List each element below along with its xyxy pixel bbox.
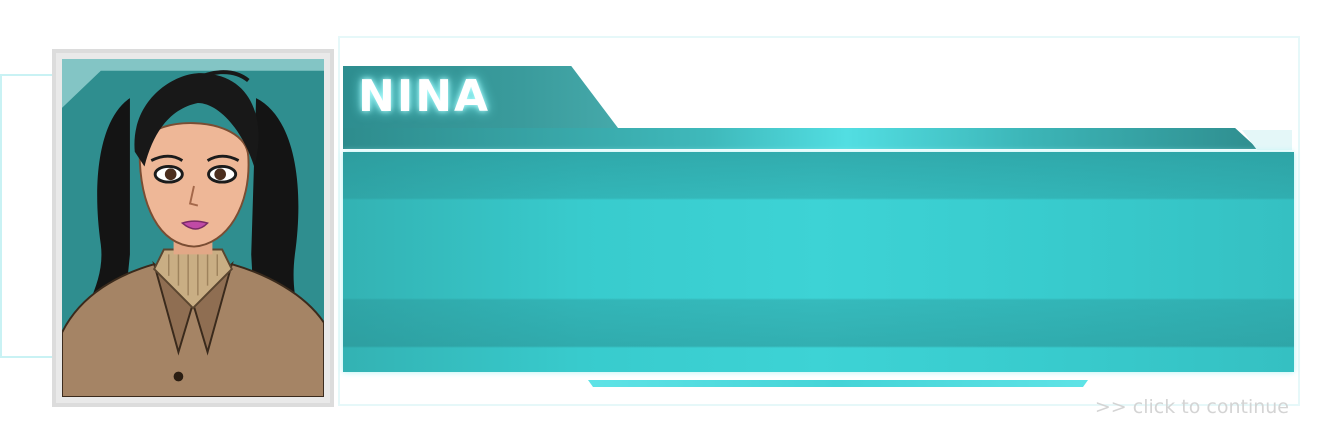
click-to-continue-hint[interactable]: >> click to continue <box>1095 396 1289 418</box>
left-glow-frame <box>0 74 60 358</box>
nina-portrait-illustration <box>62 59 324 397</box>
dialogue-header-bar <box>343 128 1258 149</box>
character-portrait <box>62 59 324 397</box>
portrait-frame <box>52 49 334 407</box>
dialogue-bottom-strip <box>588 380 1088 387</box>
dialogue-box[interactable] <box>343 152 1294 372</box>
speaker-name: NINA <box>358 71 491 122</box>
